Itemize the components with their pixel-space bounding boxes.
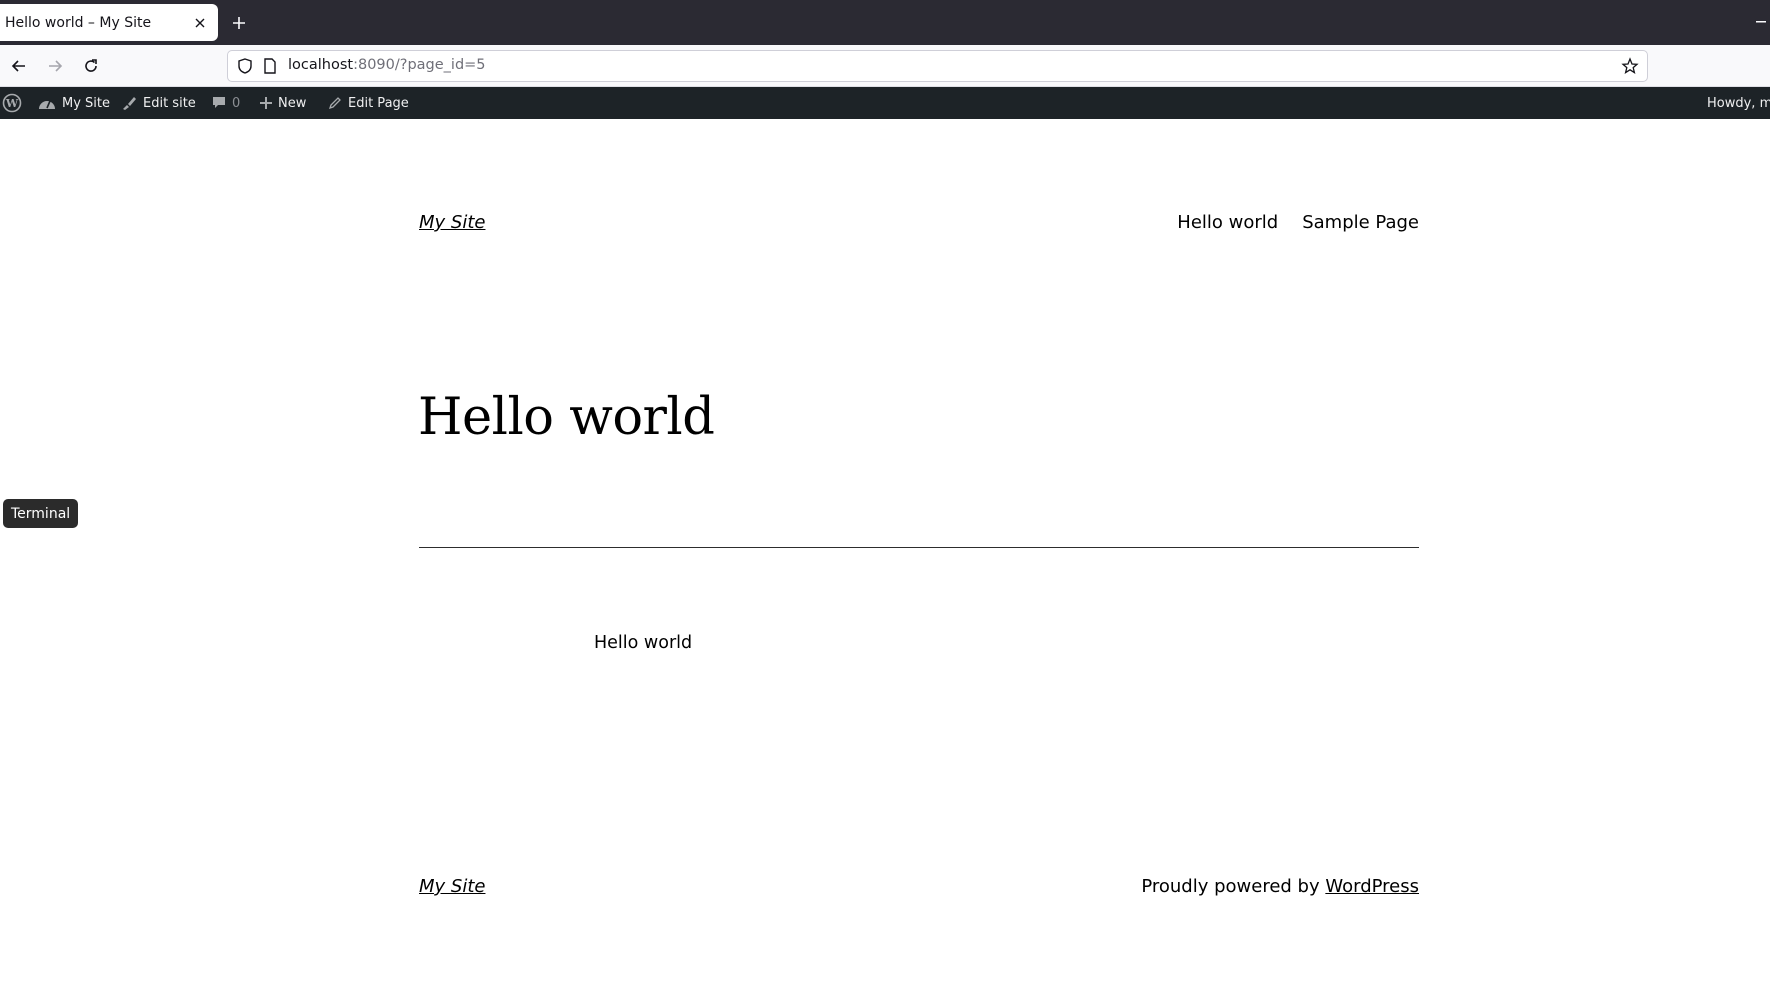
- tooltip-label: Terminal: [11, 505, 71, 522]
- pencil-icon: [328, 97, 341, 110]
- browser-tab[interactable]: Hello world – My Site: [0, 4, 218, 41]
- url-path: :8090/?page_id=5: [353, 57, 486, 73]
- browser-nav-bar: localhost:8090/?page_id=5: [0, 45, 1770, 87]
- nav-item-hello-world[interactable]: Hello world: [1177, 212, 1278, 233]
- back-icon[interactable]: [6, 53, 32, 79]
- admin-bar-my-site-label: My Site: [62, 95, 111, 111]
- url-host: localhost: [288, 57, 354, 73]
- powered-by-text: Proudly powered by: [1141, 876, 1326, 897]
- admin-bar-new[interactable]: New: [260, 87, 306, 119]
- plus-icon: [260, 97, 272, 109]
- browser-tab-bar: Hello world – My Site: [0, 0, 1770, 45]
- url-bar[interactable]: localhost:8090/?page_id=5: [227, 50, 1648, 82]
- admin-bar-howdy-label: Howdy, ma: [1707, 95, 1770, 111]
- admin-bar-comments[interactable]: 0: [212, 87, 240, 119]
- powered-by: Proudly powered by WordPress: [1141, 876, 1419, 897]
- page-info-icon[interactable]: [262, 57, 278, 75]
- admin-bar-edit-site-label: Edit site: [143, 95, 196, 111]
- nav-item-sample-page[interactable]: Sample Page: [1302, 212, 1419, 233]
- site-title-link[interactable]: My Site: [419, 212, 485, 233]
- admin-bar-howdy[interactable]: Howdy, ma: [1707, 87, 1770, 119]
- wp-admin-bar: W My Site Edit site 0 New Edit Page Howd…: [0, 87, 1770, 119]
- content-paragraph: Hello world: [594, 633, 693, 653]
- bookmark-star-icon[interactable]: [1621, 57, 1639, 75]
- minimize-icon[interactable]: [1754, 14, 1768, 30]
- main-navigation: Hello world Sample Page: [1177, 212, 1419, 233]
- page-title: Hello world: [418, 388, 715, 447]
- admin-bar-edit-page[interactable]: Edit Page: [328, 87, 409, 119]
- close-tab-icon[interactable]: [188, 11, 212, 35]
- admin-bar-edit-site[interactable]: Edit site: [121, 87, 196, 119]
- brush-icon: [123, 97, 136, 110]
- url-text[interactable]: localhost:8090/?page_id=5: [288, 57, 486, 73]
- new-tab-icon[interactable]: [226, 10, 252, 36]
- wordpress-link[interactable]: WordPress: [1325, 876, 1419, 897]
- svg-text:W: W: [5, 97, 19, 110]
- shield-icon[interactable]: [236, 57, 254, 75]
- admin-bar-new-label: New: [278, 95, 307, 111]
- separator: [419, 547, 1419, 548]
- admin-bar-my-site[interactable]: My Site: [38, 87, 110, 119]
- forward-icon[interactable]: [42, 53, 68, 79]
- terminal-tooltip: Terminal: [3, 499, 79, 528]
- dashboard-icon: [39, 100, 55, 109]
- admin-bar-edit-page-label: Edit Page: [348, 95, 409, 111]
- reload-icon[interactable]: [78, 53, 104, 79]
- tab-title: Hello world – My Site: [5, 14, 152, 31]
- comments-count: 0: [232, 95, 241, 111]
- footer-site-title-link[interactable]: My Site: [419, 876, 485, 897]
- comment-icon: [213, 97, 225, 108]
- wordpress-logo-icon[interactable]: W: [2, 87, 28, 119]
